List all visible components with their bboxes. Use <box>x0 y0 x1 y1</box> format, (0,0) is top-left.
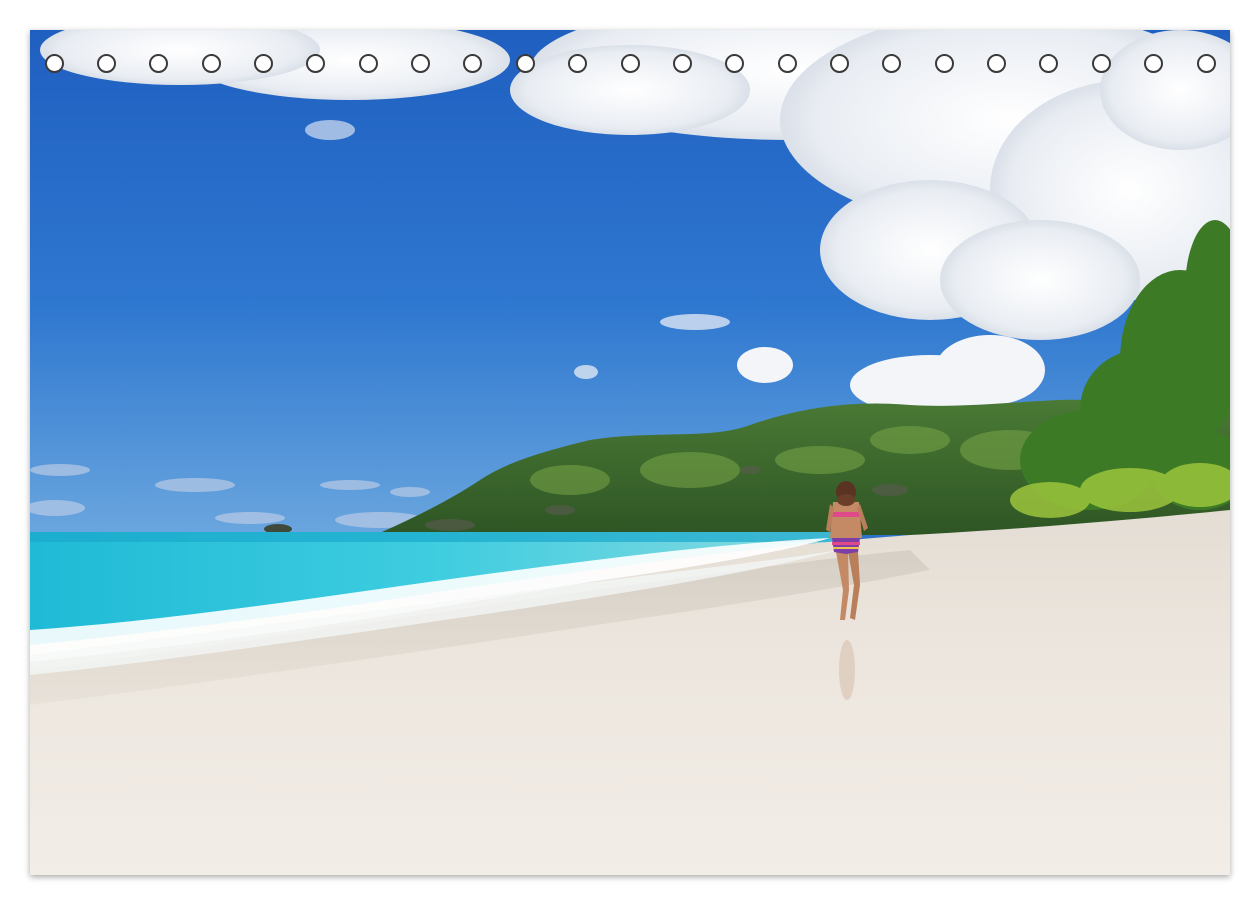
calendar-page <box>0 0 1260 905</box>
calendar-sheet <box>30 30 1230 875</box>
beach-photo <box>30 30 1230 875</box>
